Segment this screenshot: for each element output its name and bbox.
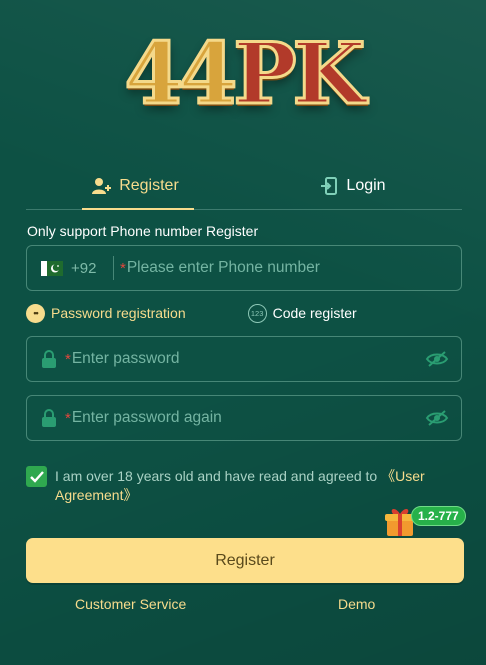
login-door-icon xyxy=(321,176,338,195)
promo-badge[interactable]: 1.2-777 xyxy=(411,506,466,526)
pakistan-flag-icon xyxy=(41,260,63,276)
eye-hidden-icon[interactable] xyxy=(425,350,449,368)
customer-service-link[interactable]: Customer Service xyxy=(75,596,186,612)
register-screen: 44PK Register Login Only support Phone n… xyxy=(0,0,486,665)
phone-field[interactable]: +92 * xyxy=(26,245,462,291)
registration-modes: •• Password registration 123 Code regist… xyxy=(26,302,462,324)
mode-code-register[interactable]: 123 Code register xyxy=(247,303,357,323)
gift-icon[interactable] xyxy=(385,506,415,538)
checkmark-icon xyxy=(29,470,44,483)
demo-link[interactable]: Demo xyxy=(338,596,375,612)
agreement-row: I am over 18 years old and have read and… xyxy=(26,466,456,505)
mode-code-label: Code register xyxy=(272,305,357,321)
mode-password-label: Password registration xyxy=(51,305,186,321)
agreement-statement: I am over 18 years old and have read and… xyxy=(55,468,382,484)
brand-logo: 44PK xyxy=(0,24,486,124)
country-code[interactable]: +92 xyxy=(71,260,111,277)
required-mark: * xyxy=(65,350,71,368)
agreement-text: I am over 18 years old and have read and… xyxy=(55,467,456,505)
lock-icon xyxy=(42,350,56,368)
password-again-input[interactable] xyxy=(71,409,425,427)
tab-login[interactable]: Login xyxy=(244,162,462,209)
code-123-icon: 123 xyxy=(247,303,267,323)
tab-register[interactable]: Register xyxy=(26,162,244,210)
user-add-icon xyxy=(92,177,112,194)
register-button[interactable]: Register xyxy=(26,538,464,583)
password-dots-icon: •• xyxy=(26,303,45,323)
register-hint: Only support Phone number Register xyxy=(27,223,259,239)
required-mark: * xyxy=(120,259,126,277)
logo-text-letters: PK xyxy=(232,24,367,123)
required-mark: * xyxy=(65,409,71,427)
mode-password-registration[interactable]: •• Password registration xyxy=(26,303,186,323)
eye-hidden-icon[interactable] xyxy=(425,409,449,427)
logo-text-digits: 44 xyxy=(123,24,239,123)
field-divider xyxy=(113,256,114,280)
logo-text: 44PK xyxy=(123,30,367,117)
password-field[interactable]: * xyxy=(26,336,462,382)
lock-icon xyxy=(42,409,56,427)
phone-input[interactable] xyxy=(126,259,461,277)
agreement-checkbox[interactable] xyxy=(26,466,47,487)
tab-login-label: Login xyxy=(346,176,386,194)
password-input[interactable] xyxy=(71,350,425,368)
tab-register-label: Register xyxy=(119,176,179,194)
auth-tabs: Register Login xyxy=(26,162,462,210)
password-again-field[interactable]: * xyxy=(26,395,462,441)
